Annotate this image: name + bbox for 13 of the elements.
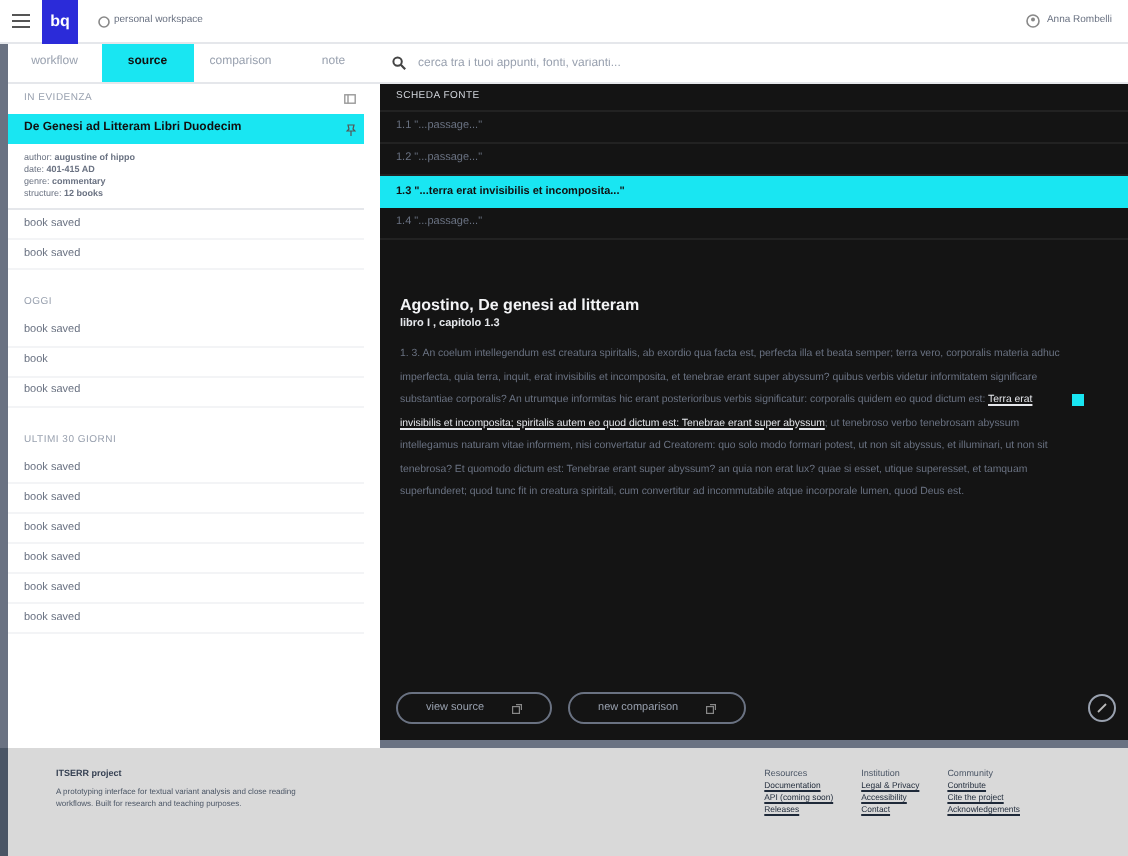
logo[interactable]: bq <box>42 0 78 43</box>
external-icon <box>706 703 717 713</box>
source-title: Agostino, De genesi ad litteram <box>400 296 642 316</box>
circle-icon <box>98 15 110 27</box>
pin-icon[interactable] <box>346 123 356 135</box>
external-icon <box>512 703 523 713</box>
search-icon <box>392 56 406 70</box>
menu-icon[interactable] <box>12 14 30 28</box>
pencil-icon <box>1096 702 1108 714</box>
annotation-marker-icon[interactable] <box>1072 394 1084 406</box>
panel-icon[interactable] <box>344 94 356 104</box>
edit-button[interactable] <box>1088 694 1116 722</box>
user-icon[interactable] <box>1026 14 1041 28</box>
